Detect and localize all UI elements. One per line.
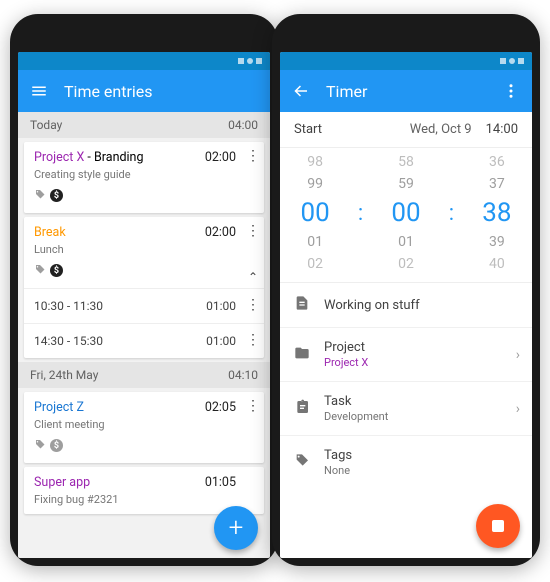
sub-duration: 01:00 [206,299,236,313]
sub-entry[interactable]: 14:30 - 15:30 01:00 ⋮ [24,323,264,358]
project-label: Project [324,340,365,355]
entry-title: Project Z [34,400,84,415]
tag-icon [34,436,46,455]
tag-icon [294,453,310,473]
entries-list: Today 04:00 Project X - Branding 02:00 C… [18,112,270,558]
overflow-icon[interactable] [502,82,520,100]
entry-desc: Client meeting [34,418,254,431]
timer-content: Start Wed, Oct 9 14:00 98 99 00 01 02 : … [280,112,532,558]
sub-range: 14:30 - 15:30 [34,334,103,348]
clipboard-icon [294,399,310,419]
appbar-title: Time entries [64,82,258,101]
entry-card-break[interactable]: Break 02:00 Lunch $ ⋮ ⌃ 10:30 - 11:30 01… [24,217,264,358]
phone-right: Timer Start Wed, Oct 9 14:00 98 99 00 01… [272,14,540,566]
section-total: 04:00 [228,118,258,132]
start-row[interactable]: Start Wed, Oct 9 14:00 [280,112,532,148]
note-icon [294,295,310,315]
start-label: Start [294,122,322,137]
more-icon[interactable]: ⋮ [244,223,262,239]
tag-icon [34,186,46,205]
section-label: Today [30,118,62,132]
entry-desc: Creating style guide [34,168,254,181]
fab-stop[interactable] [476,504,520,548]
more-icon[interactable]: ⋮ [244,148,262,164]
picker-seconds[interactable]: 36 37 38 39 40 [469,154,524,272]
tags-value: None [324,464,352,477]
picker-minutes[interactable]: 58 59 00 01 02 [378,154,433,272]
task-value: Development [324,410,388,423]
entry-duration: 02:05 [205,400,236,415]
note-text: Working on stuff [324,298,420,313]
entry-duration: 01:05 [205,475,236,490]
colon: : [449,201,454,226]
sub-range: 10:30 - 11:30 [34,299,103,313]
appbar-title: Timer [326,82,486,101]
billable-icon: $ [50,439,63,452]
tag-icon [34,261,46,280]
more-icon[interactable]: ⋮ [244,297,262,313]
billable-icon: $ [50,189,63,202]
billable-icon: $ [50,264,63,277]
colon: : [358,201,363,226]
start-time: 14:00 [486,122,518,137]
entry-duration: 02:00 [205,150,236,165]
duration-picker[interactable]: 98 99 00 01 02 : 58 59 00 01 02 : 36 3 [280,148,532,283]
entry-card[interactable]: Project Z 02:05 Client meeting $ ⋮ [24,392,264,463]
more-icon[interactable]: ⋮ [244,398,262,414]
project-value: Project X [324,356,368,369]
picker-hours[interactable]: 98 99 00 01 02 [288,154,343,272]
status-bar [18,52,270,70]
menu-icon[interactable] [30,82,48,100]
entry-title: Super app [34,475,90,490]
back-icon[interactable] [292,82,310,100]
more-icon[interactable]: ⋮ [244,332,262,348]
task-label: Task [324,394,351,409]
entry-card[interactable]: Project X - Branding 02:00 Creating styl… [24,142,264,213]
chevron-right-icon: › [516,347,520,363]
sub-entry[interactable]: 10:30 - 11:30 01:00 ⋮ [24,288,264,323]
fab-add[interactable]: + [214,506,258,550]
entry-desc: Fixing bug #2321 [34,493,254,506]
entry-duration: 02:00 [205,225,236,240]
plus-icon: + [229,513,244,543]
task-row[interactable]: Task Development › [280,382,532,436]
tags-row[interactable]: Tags None [280,436,532,489]
folder-icon [294,345,310,365]
screen-time-entries: Time entries Today 04:00 Project X - Bra… [18,52,270,558]
chevron-up-icon[interactable]: ⌃ [248,270,258,284]
section-total: 04:10 [228,368,258,382]
phone-left: Time entries Today 04:00 Project X - Bra… [10,14,278,566]
section-header-fri: Fri, 24th May 04:10 [18,362,270,388]
section-header-today: Today 04:00 [18,112,270,138]
sub-duration: 01:00 [206,334,236,348]
app-bar: Time entries [18,70,270,112]
note-row[interactable]: Working on stuff [280,283,532,328]
app-bar: Timer [280,70,532,112]
section-label: Fri, 24th May [30,368,98,382]
entry-title: Project X - Branding [34,150,143,165]
tags-label: Tags [324,448,352,463]
entry-desc: Lunch [34,243,254,256]
entry-title: Break [34,225,66,240]
start-date: Wed, Oct 9 [410,122,472,137]
chevron-right-icon: › [516,401,520,417]
stop-icon [492,520,504,532]
screen-timer: Timer Start Wed, Oct 9 14:00 98 99 00 01… [280,52,532,558]
status-bar [280,52,532,70]
project-row[interactable]: Project Project X › [280,328,532,382]
